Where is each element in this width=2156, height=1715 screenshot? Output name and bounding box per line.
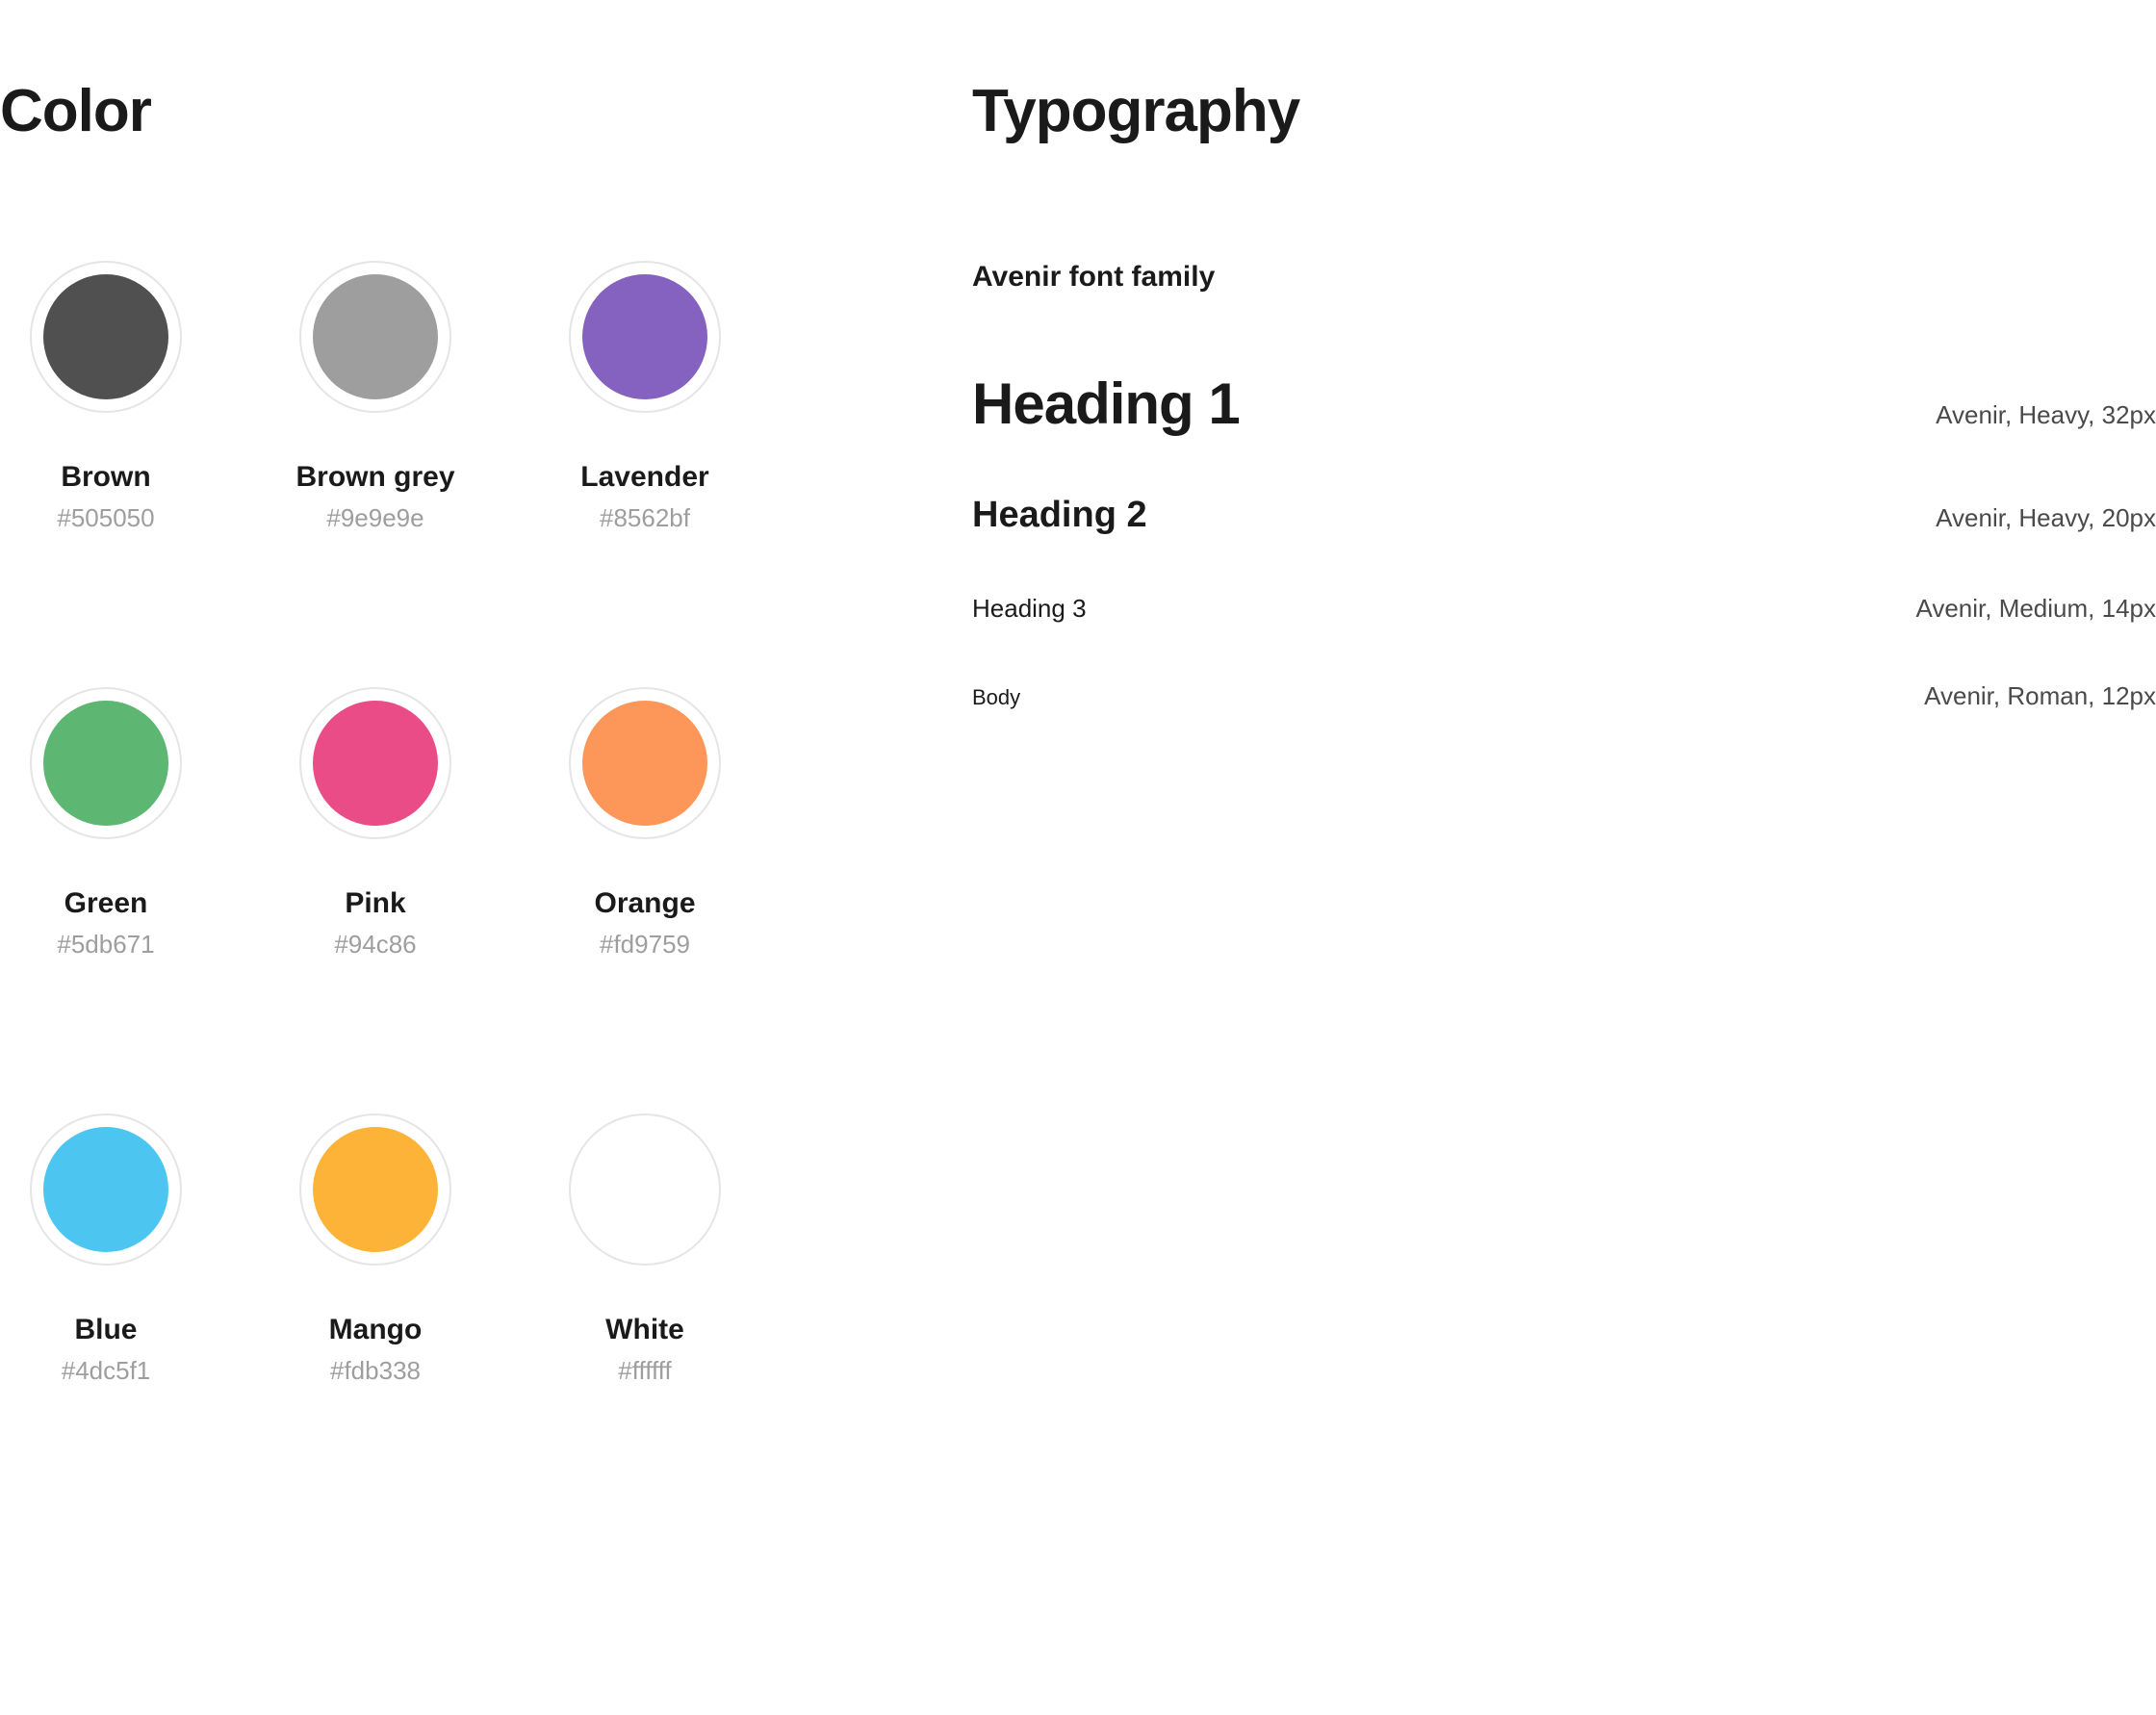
swatch-fill [43, 1127, 168, 1252]
swatch-fill [313, 1127, 438, 1252]
swatch-fill [43, 274, 168, 399]
type-row: Body Avenir, Roman, 12px [972, 681, 2156, 711]
type-spec: Avenir, Roman, 12px [1924, 681, 2156, 711]
swatch-hex: #fd9759 [600, 930, 690, 960]
swatch-hex: #fdb338 [330, 1356, 421, 1386]
color-swatch: Brown grey #9e9e9e [270, 261, 481, 533]
swatch-hex: #9e9e9e [326, 503, 424, 533]
swatch-ring [30, 261, 182, 413]
swatch-ring [299, 1113, 451, 1266]
type-label: Heading 2 [972, 495, 1147, 536]
color-swatch: Lavender #8562bf [539, 261, 751, 533]
type-row: Heading 2 Avenir, Heavy, 20px [972, 495, 2156, 536]
color-swatch: Green #5db671 [0, 687, 212, 960]
swatch-ring [299, 261, 451, 413]
color-swatch: Brown #505050 [0, 261, 212, 533]
swatch-fill [582, 274, 707, 399]
swatch-name: Brown [61, 461, 150, 494]
type-spec: Avenir, Heavy, 20px [1936, 503, 2156, 533]
color-swatch: Orange #fd9759 [539, 687, 751, 960]
swatch-hex: #94c86 [334, 930, 416, 960]
swatch-name: Orange [594, 887, 695, 920]
type-row: Heading 3 Avenir, Medium, 14px [972, 594, 2156, 624]
swatch-fill [43, 701, 168, 826]
swatch-name: Blue [74, 1314, 137, 1346]
font-family: Avenir font family [972, 261, 2156, 294]
swatch-name: Brown grey [295, 461, 454, 494]
color-title: Color [0, 77, 818, 145]
type-spec: Avenir, Medium, 14px [1915, 594, 2156, 624]
swatch-hex: #4dc5f1 [62, 1356, 151, 1386]
swatch-fill [313, 274, 438, 399]
color-swatch: White #ffffff [539, 1113, 751, 1386]
swatch-hex: #5db671 [57, 930, 154, 960]
swatch-fill [582, 701, 707, 826]
color-section: Color Brown #505050 Brown grey #9e9e9e L… [0, 0, 818, 1386]
type-label: Heading 1 [972, 371, 1240, 437]
swatch-hex: #8562bf [600, 503, 690, 533]
swatch-name: Mango [329, 1314, 423, 1346]
swatch-ring [30, 1113, 182, 1266]
swatch-name: White [605, 1314, 684, 1346]
swatch-ring [299, 687, 451, 839]
color-swatch: Pink #94c86 [270, 687, 481, 960]
color-swatch: Mango #fdb338 [270, 1113, 481, 1386]
type-row: Heading 1 Avenir, Heavy, 32px [972, 371, 2156, 437]
typography-section: Typography Avenir font family Heading 1 … [972, 0, 2156, 1386]
swatch-ring [30, 687, 182, 839]
swatch-fill [582, 1127, 707, 1252]
type-label: Heading 3 [972, 594, 1087, 624]
type-spec: Avenir, Heavy, 32px [1936, 400, 2156, 430]
swatch-ring [569, 687, 721, 839]
swatch-name: Green [64, 887, 148, 920]
color-swatch: Blue #4dc5f1 [0, 1113, 212, 1386]
swatch-hex: #505050 [57, 503, 154, 533]
type-label: Body [972, 685, 1020, 710]
color-grid: Brown #505050 Brown grey #9e9e9e Lavende… [0, 261, 818, 1386]
swatch-ring [569, 1113, 721, 1266]
swatch-hex: #ffffff [618, 1356, 671, 1386]
swatch-name: Pink [345, 887, 405, 920]
style-guide: Color Brown #505050 Brown grey #9e9e9e L… [0, 0, 2156, 1386]
swatch-fill [313, 701, 438, 826]
typography-title: Typography [972, 77, 2156, 145]
swatch-ring [569, 261, 721, 413]
swatch-name: Lavender [580, 461, 708, 494]
typography-rows: Heading 1 Avenir, Heavy, 32px Heading 2 … [972, 371, 2156, 711]
